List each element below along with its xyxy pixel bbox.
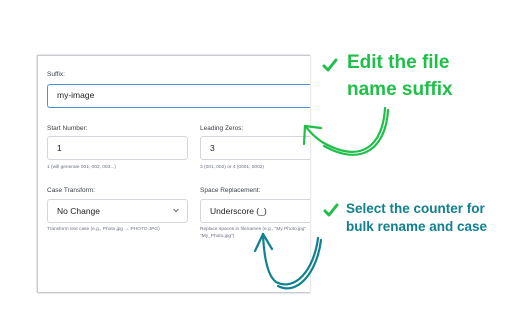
teal-arrow-icon (253, 232, 323, 290)
arrow-overlay (253, 106, 390, 290)
green-arrow-icon (302, 106, 390, 156)
